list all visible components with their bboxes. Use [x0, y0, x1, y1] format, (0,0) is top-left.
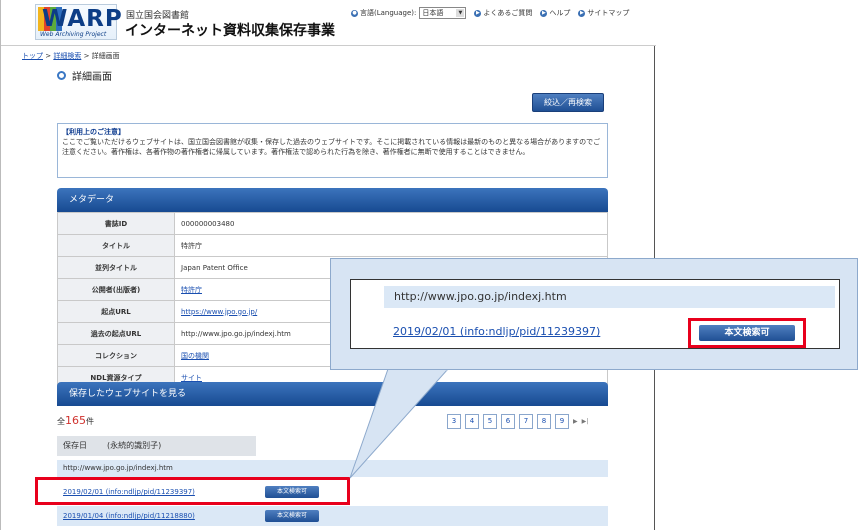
metadata-key: コレクション [58, 345, 175, 367]
logo-text: WARP [42, 6, 123, 32]
callout-url-row: http://www.jpo.go.jp/indexj.htm [384, 286, 835, 308]
table-row: タイトル 特許庁 [58, 235, 608, 257]
highlight-outline [35, 477, 350, 505]
fulltext-search-badge: 本文検索可 [699, 325, 795, 341]
arrow-right-icon: ▶ [540, 10, 547, 17]
page-link[interactable]: 5 [483, 414, 497, 429]
help-link[interactable]: ヘルプ [549, 8, 570, 18]
logo-subtitle: Web Archiving Project [40, 31, 106, 38]
page-link[interactable]: 7 [519, 414, 533, 429]
usage-notice: 【利用上のご注意】 ここでご覧いただけるウェブサイトは、国立国会図書館が収集・保… [57, 123, 608, 178]
publisher-link[interactable]: 特許庁 [181, 286, 202, 294]
callout-snapshot-link[interactable]: 2019/02/01 (info:ndljp/pid/11239397) [393, 325, 600, 338]
fulltext-search-badge: 本文検索可 [265, 510, 319, 522]
saved-sites-section-header: 保存したウェブサイトを見る [57, 382, 608, 406]
saved-snapshot-link[interactable]: 2019/01/04 (info:ndljp/pid/11218880) [63, 512, 195, 520]
page-link[interactable]: 3 [447, 414, 461, 429]
highlight-outline: 本文検索可 [688, 318, 806, 348]
total-number: 165 [65, 414, 86, 427]
page-link[interactable]: 9 [555, 414, 569, 429]
metadata-value: 特許庁 [175, 235, 608, 257]
page-title-text: 詳細画面 [72, 68, 112, 83]
top-navigation: ● 言語(Language): 日本語 ▼ ▶ よくあるご質問 ▶ ヘルプ ▶ … [351, 6, 637, 20]
arrow-right-icon: ▶ [578, 10, 585, 17]
col-id: (永続的識別子) [107, 441, 161, 450]
list-item: 2019/01/04 (info:ndljp/pid/11218880) 本文検… [57, 506, 608, 526]
metadata-section-header: メタデータ [57, 188, 608, 212]
page-link[interactable]: 8 [537, 414, 551, 429]
metadata-key: タイトル [58, 235, 175, 257]
col-date: 保存日 [63, 441, 87, 450]
page-link[interactable]: 6 [501, 414, 515, 429]
total-prefix: 全 [57, 417, 65, 426]
breadcrumb-separator: > [84, 52, 92, 60]
site-title: インターネット資料収集保存事業 [125, 20, 335, 40]
language-value: 日本語 [422, 9, 443, 17]
arrow-right-icon: ▶ [474, 10, 481, 17]
warp-logo[interactable]: WARP Web Archiving Project [35, 4, 117, 40]
refine-search-button[interactable]: 絞込／再検索 [532, 93, 604, 112]
callout-panel: http://www.jpo.go.jp/indexj.htm 2019/02/… [350, 279, 840, 349]
total-count: 全165件 [57, 414, 94, 427]
next-page-icon[interactable]: ▶ [573, 418, 578, 425]
table-row: 書誌ID 000000003480 [58, 213, 608, 235]
notice-heading: 【利用上のご注意】 [62, 128, 125, 136]
breadcrumb: トップ > 詳細検索 > 詳細画面 [22, 51, 120, 61]
breadcrumb-search[interactable]: 詳細検索 [53, 52, 81, 60]
zoom-callout: http://www.jpo.go.jp/indexj.htm 2019/02/… [330, 258, 858, 370]
notice-body: ここでご覧いただけるウェブサイトは、国立国会図書館が収集・保存した過去のウェブサ… [62, 138, 600, 156]
metadata-value: 000000003480 [175, 213, 608, 235]
metadata-key: 並列タイトル [58, 257, 175, 279]
last-page-icon[interactable]: ▶| [582, 418, 589, 425]
sitemap-link[interactable]: サイトマップ [587, 8, 629, 18]
start-url-link[interactable]: https://www.jpo.go.jp/ [181, 308, 257, 316]
metadata-key: 公開者(出版者) [58, 279, 175, 301]
header: WARP Web Archiving Project 国立国会図書館 インターネ… [1, 0, 656, 46]
metadata-key: 書誌ID [58, 213, 175, 235]
breadcrumb-current: 詳細画面 [92, 52, 120, 60]
saved-url-row: http://www.jpo.go.jp/indexj.htm [57, 460, 608, 477]
metadata-key: 過去の起点URL [58, 323, 175, 345]
resource-type-link[interactable]: サイト [181, 374, 202, 382]
pagination: 3 4 5 6 7 8 9 ▶ ▶| [447, 414, 588, 429]
metadata-key: 起点URL [58, 301, 175, 323]
page-title: 詳細画面 [57, 68, 112, 83]
language-label: 言語(Language): [360, 8, 416, 18]
results-column-header: 保存日 (永続的識別子) [57, 436, 256, 456]
collection-link[interactable]: 国の機関 [181, 352, 209, 360]
language-select[interactable]: 日本語 ▼ [419, 7, 466, 19]
page-link[interactable]: 4 [465, 414, 479, 429]
breadcrumb-top[interactable]: トップ [22, 52, 43, 60]
circle-bullet-icon [57, 71, 66, 80]
chevron-down-icon: ▼ [456, 9, 464, 17]
faq-link[interactable]: よくあるご質問 [483, 8, 532, 18]
globe-icon: ● [351, 10, 358, 17]
total-suffix: 件 [86, 417, 94, 426]
